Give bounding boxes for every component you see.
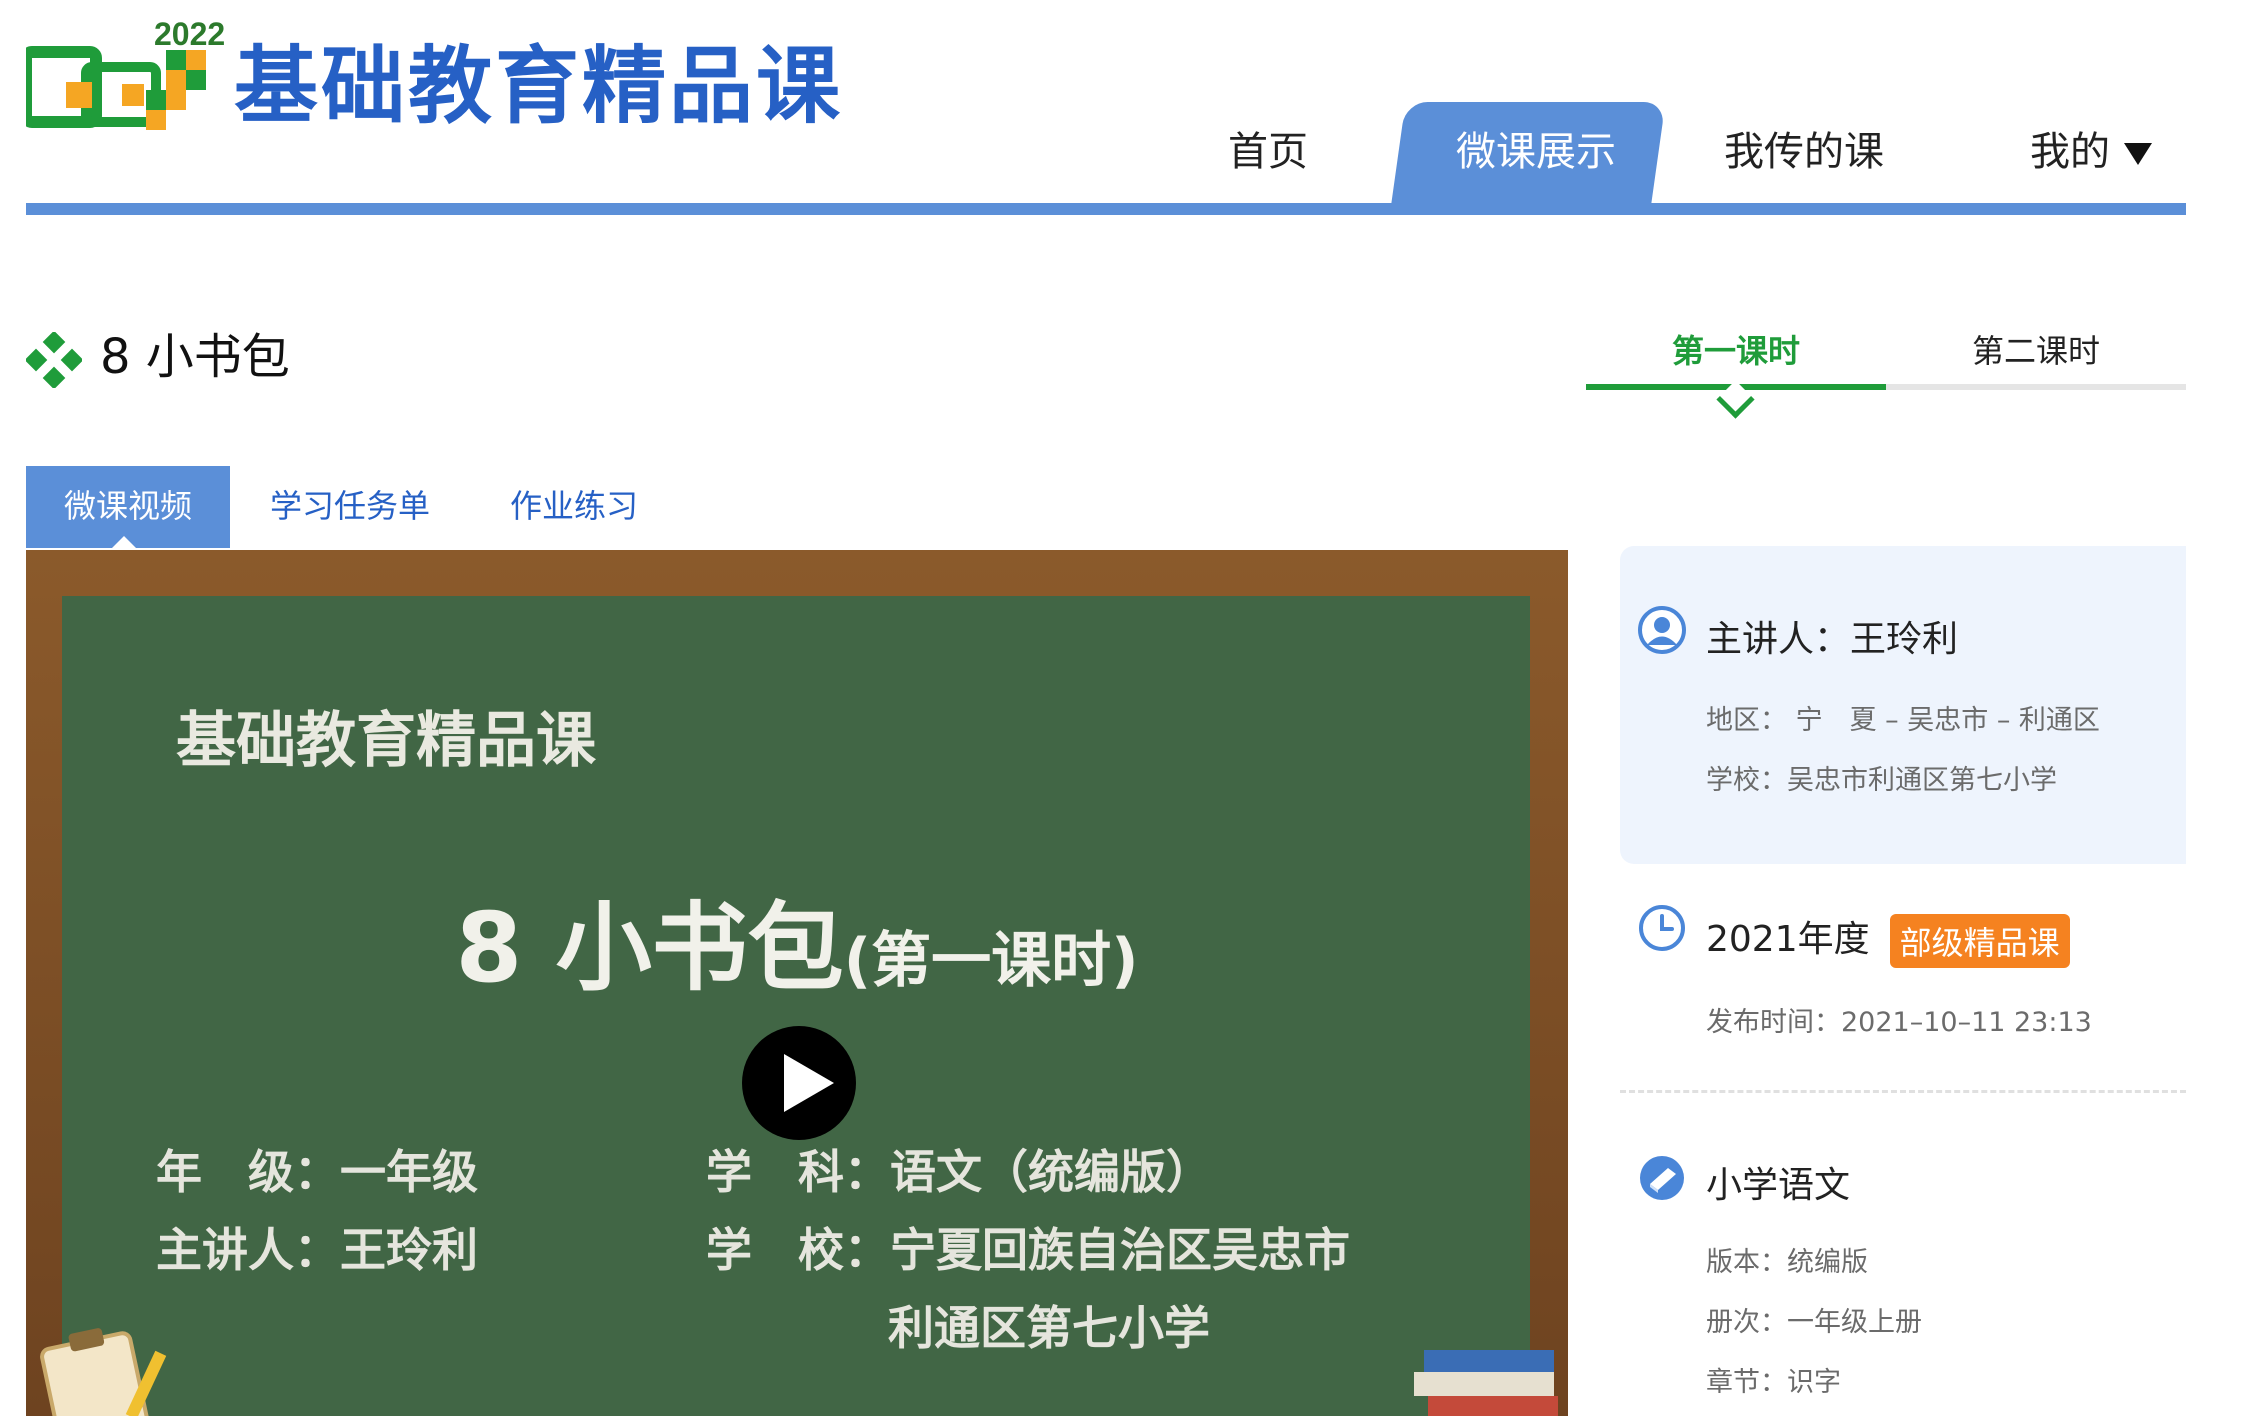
subject-chapter: 章节：识字 [1706, 1367, 1841, 1398]
site-logo[interactable]: 2022 基础教育精品课 [26, 16, 840, 136]
tab-homework-exercises[interactable]: 作业练习 [510, 466, 638, 548]
nav-item-mine-label: 我的 [2030, 129, 2110, 175]
clipboard-pencil-icon [40, 1328, 167, 1416]
video-school-line2: 利通区第七小学 [888, 1301, 1210, 1355]
video-brand-text: 基础教育精品课 [176, 706, 596, 776]
tab-study-task-sheet[interactable]: 学习任务单 [270, 466, 430, 548]
main-nav: 首页 微课展示 我传的课 我的 [1180, 100, 2186, 210]
publish-time: 发布时间：2021–10–11 23:13 [1706, 1007, 2092, 1038]
subject-edition: 版本：统编版 [1706, 1247, 1868, 1278]
book-icon [1640, 1156, 1684, 1200]
video-teacher: 主讲人：王玲利 [156, 1223, 478, 1277]
chevron-down-icon [2124, 143, 2152, 165]
nav-item-mine[interactable]: 我的 [2030, 100, 2152, 210]
nav-item-home[interactable]: 首页 [1228, 100, 1308, 210]
subject-section: 小学语文 版本：统编版 册次：一年级上册 章节：识字 [1620, 1140, 2186, 1416]
content-tabs: 微课视频 学习任务单 作业练习 [26, 466, 1566, 548]
active-tab-notch [112, 536, 136, 548]
logo-title: 基础教育精品课 [234, 37, 844, 135]
video-player[interactable]: 基础教育精品课 8 小书包(第一课时) 年 级：一年级 主讲人：王玲利 学 科：… [26, 550, 1568, 1416]
presenter-school: 学校：吴忠市利通区第七小学 [1706, 765, 2057, 796]
video-title-suffix: (第一课时) [843, 926, 1139, 996]
logo-year: 2022 [154, 16, 226, 52]
video-title: 8 小书包(第一课时) [26, 870, 1568, 1009]
video-school-line1: 学 校：宁夏回族自治区吴忠市 [706, 1223, 1350, 1277]
course-year: 2021年度 部级精品课 [1706, 910, 2070, 968]
user-icon [1638, 606, 1686, 654]
presenter-card: 主讲人：王玲利 地区： 宁 夏 – 吴忠市 – 利通区 学校：吴忠市利通区第七小… [1620, 546, 2186, 864]
video-grade: 年 级：一年级 [156, 1145, 478, 1199]
video-subject: 学 科：语文（统编版） [706, 1145, 1212, 1199]
tab-lesson-2[interactable]: 第二课时 [1886, 318, 2186, 384]
course-year-text: 2021年度 [1706, 919, 1870, 960]
presenter-region: 地区： 宁 夏 – 吴忠市 – 利通区 [1706, 705, 2100, 736]
subject-name: 小学语文 [1706, 1165, 1851, 1206]
clock-icon [1639, 905, 1685, 951]
nav-item-my-uploads[interactable]: 我传的课 [1724, 100, 1884, 210]
nav-underline-bar [26, 203, 2186, 215]
play-button[interactable] [742, 1026, 856, 1140]
quality-badge: 部级精品课 [1889, 914, 2070, 968]
books-stack-icon [1414, 1350, 1558, 1416]
subject-volume: 册次：一年级上册 [1706, 1307, 1922, 1338]
publish-section: 2021年度 部级精品课 发布时间：2021–10–11 23:13 [1620, 896, 2186, 1093]
lesson-tabs: 第一课时 第二课时 [1586, 318, 2186, 419]
presenter-name: 主讲人：王玲利 [1706, 619, 1959, 660]
diamond-cluster-icon [26, 332, 82, 388]
page-title: 8 小书包 [100, 329, 290, 385]
tab-lesson-1[interactable]: 第一课时 [1586, 318, 1886, 384]
video-title-main: 8 小书包 [455, 892, 844, 1004]
nav-item-microlesson[interactable]: 微课展示 [1456, 100, 1616, 210]
